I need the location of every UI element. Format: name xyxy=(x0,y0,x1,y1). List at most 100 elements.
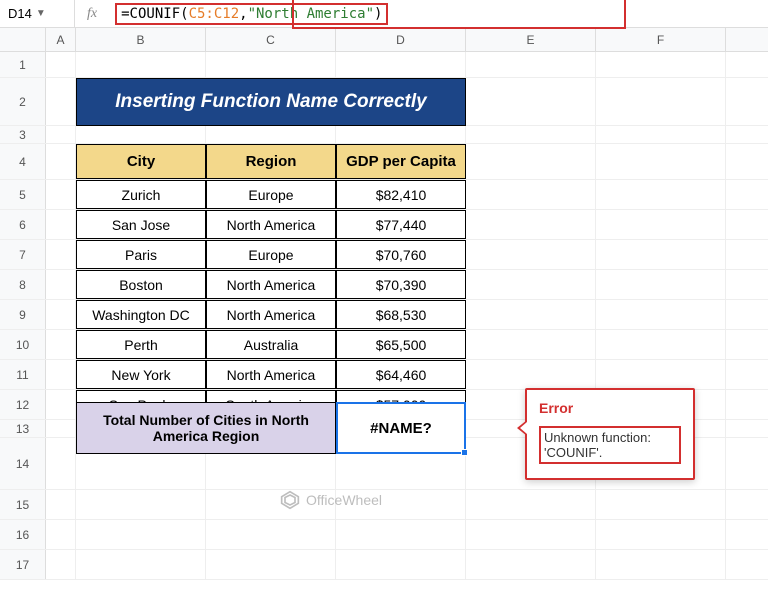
cell[interactable] xyxy=(596,144,726,179)
row-header-15[interactable]: 15 xyxy=(0,490,46,519)
table-cell[interactable]: New York xyxy=(76,360,206,389)
col-header-F[interactable]: F xyxy=(596,28,726,51)
table-cell[interactable]: Paris xyxy=(76,240,206,269)
cell[interactable] xyxy=(46,330,76,359)
header-city[interactable]: City xyxy=(76,144,206,179)
cell[interactable] xyxy=(596,78,726,125)
table-cell[interactable]: North America xyxy=(206,270,336,299)
fill-handle[interactable] xyxy=(461,449,468,456)
table-cell[interactable]: $70,390 xyxy=(336,270,466,299)
row-header-11[interactable]: 11 xyxy=(0,360,46,389)
cell[interactable] xyxy=(46,210,76,239)
cell[interactable] xyxy=(46,270,76,299)
row-header-9[interactable]: 9 xyxy=(0,300,46,329)
row-header-10[interactable]: 10 xyxy=(0,330,46,359)
row-header-14[interactable]: 14 xyxy=(0,438,46,489)
table-cell[interactable]: Zurich xyxy=(76,180,206,209)
chevron-down-icon[interactable]: ▼ xyxy=(36,8,46,19)
row-header-13[interactable]: 13 xyxy=(0,420,46,437)
cell[interactable] xyxy=(466,126,596,143)
cell[interactable] xyxy=(76,550,206,579)
cell[interactable] xyxy=(46,78,76,125)
table-cell[interactable]: Europe xyxy=(206,240,336,269)
cell[interactable] xyxy=(46,300,76,329)
table-cell[interactable]: San Jose xyxy=(76,210,206,239)
cell[interactable] xyxy=(466,300,596,329)
cell[interactable] xyxy=(466,78,596,125)
cell[interactable] xyxy=(596,550,726,579)
row-header-4[interactable]: 4 xyxy=(0,144,46,179)
cell[interactable] xyxy=(46,52,76,77)
row-header-2[interactable]: 2 xyxy=(0,78,46,125)
row-header-8[interactable]: 8 xyxy=(0,270,46,299)
table-cell[interactable]: North America xyxy=(206,300,336,329)
name-box[interactable]: D14 ▼ xyxy=(0,0,75,27)
cell[interactable] xyxy=(466,240,596,269)
cell[interactable] xyxy=(466,360,596,389)
row-header-1[interactable]: 1 xyxy=(0,52,46,77)
table-cell[interactable]: Europe xyxy=(206,180,336,209)
cell[interactable] xyxy=(596,300,726,329)
table-cell[interactable]: $65,500 xyxy=(336,330,466,359)
cell[interactable] xyxy=(46,180,76,209)
formula-input[interactable]: =COUNIF(C5:C12,"North America") xyxy=(109,0,768,27)
row-header-16[interactable]: 16 xyxy=(0,520,46,549)
cell[interactable] xyxy=(466,330,596,359)
col-header-E[interactable]: E xyxy=(466,28,596,51)
cell[interactable] xyxy=(466,490,596,519)
cell[interactable] xyxy=(46,144,76,179)
row-header-5[interactable]: 5 xyxy=(0,180,46,209)
table-cell[interactable]: North America xyxy=(206,360,336,389)
table-cell[interactable]: $64,460 xyxy=(336,360,466,389)
cell[interactable] xyxy=(596,210,726,239)
cell[interactable] xyxy=(596,330,726,359)
cell[interactable] xyxy=(336,126,466,143)
table-cell[interactable]: Australia xyxy=(206,330,336,359)
col-header-C[interactable]: C xyxy=(206,28,336,51)
table-cell[interactable]: $77,440 xyxy=(336,210,466,239)
cell[interactable] xyxy=(76,520,206,549)
cell[interactable] xyxy=(76,490,206,519)
cell[interactable] xyxy=(596,270,726,299)
col-header-A[interactable]: A xyxy=(46,28,76,51)
cell[interactable] xyxy=(46,520,76,549)
summary-label[interactable]: Total Number of Cities in North America … xyxy=(76,402,336,454)
cell[interactable] xyxy=(466,210,596,239)
cell[interactable] xyxy=(206,520,336,549)
cell[interactable] xyxy=(596,126,726,143)
cell[interactable] xyxy=(46,126,76,143)
cell[interactable] xyxy=(596,490,726,519)
cell[interactable] xyxy=(466,180,596,209)
cell[interactable] xyxy=(466,144,596,179)
title-banner[interactable]: Inserting Function Name Correctly xyxy=(76,78,466,126)
cell[interactable] xyxy=(466,270,596,299)
table-cell[interactable]: Boston xyxy=(76,270,206,299)
row-header-12[interactable]: 12 xyxy=(0,390,46,419)
table-cell[interactable]: North America xyxy=(206,210,336,239)
cell[interactable] xyxy=(46,420,76,437)
cell[interactable] xyxy=(206,126,336,143)
cell[interactable] xyxy=(206,550,336,579)
cell[interactable] xyxy=(596,360,726,389)
col-header-B[interactable]: B xyxy=(76,28,206,51)
cell[interactable] xyxy=(76,52,206,77)
cell[interactable] xyxy=(46,390,76,419)
table-cell[interactable]: $70,760 xyxy=(336,240,466,269)
col-header-D[interactable]: D xyxy=(336,28,466,51)
cell[interactable] xyxy=(466,520,596,549)
cell[interactable] xyxy=(206,52,336,77)
cell[interactable] xyxy=(336,52,466,77)
cell[interactable] xyxy=(46,490,76,519)
header-region[interactable]: Region xyxy=(206,144,336,179)
cell[interactable] xyxy=(596,240,726,269)
row-header-17[interactable]: 17 xyxy=(0,550,46,579)
cell[interactable] xyxy=(466,550,596,579)
table-cell[interactable]: $68,530 xyxy=(336,300,466,329)
table-cell[interactable]: Washington DC xyxy=(76,300,206,329)
cell[interactable] xyxy=(596,180,726,209)
row-header-6[interactable]: 6 xyxy=(0,210,46,239)
cell[interactable] xyxy=(336,520,466,549)
cell[interactable] xyxy=(336,550,466,579)
table-cell[interactable]: $82,410 xyxy=(336,180,466,209)
cell[interactable] xyxy=(46,240,76,269)
